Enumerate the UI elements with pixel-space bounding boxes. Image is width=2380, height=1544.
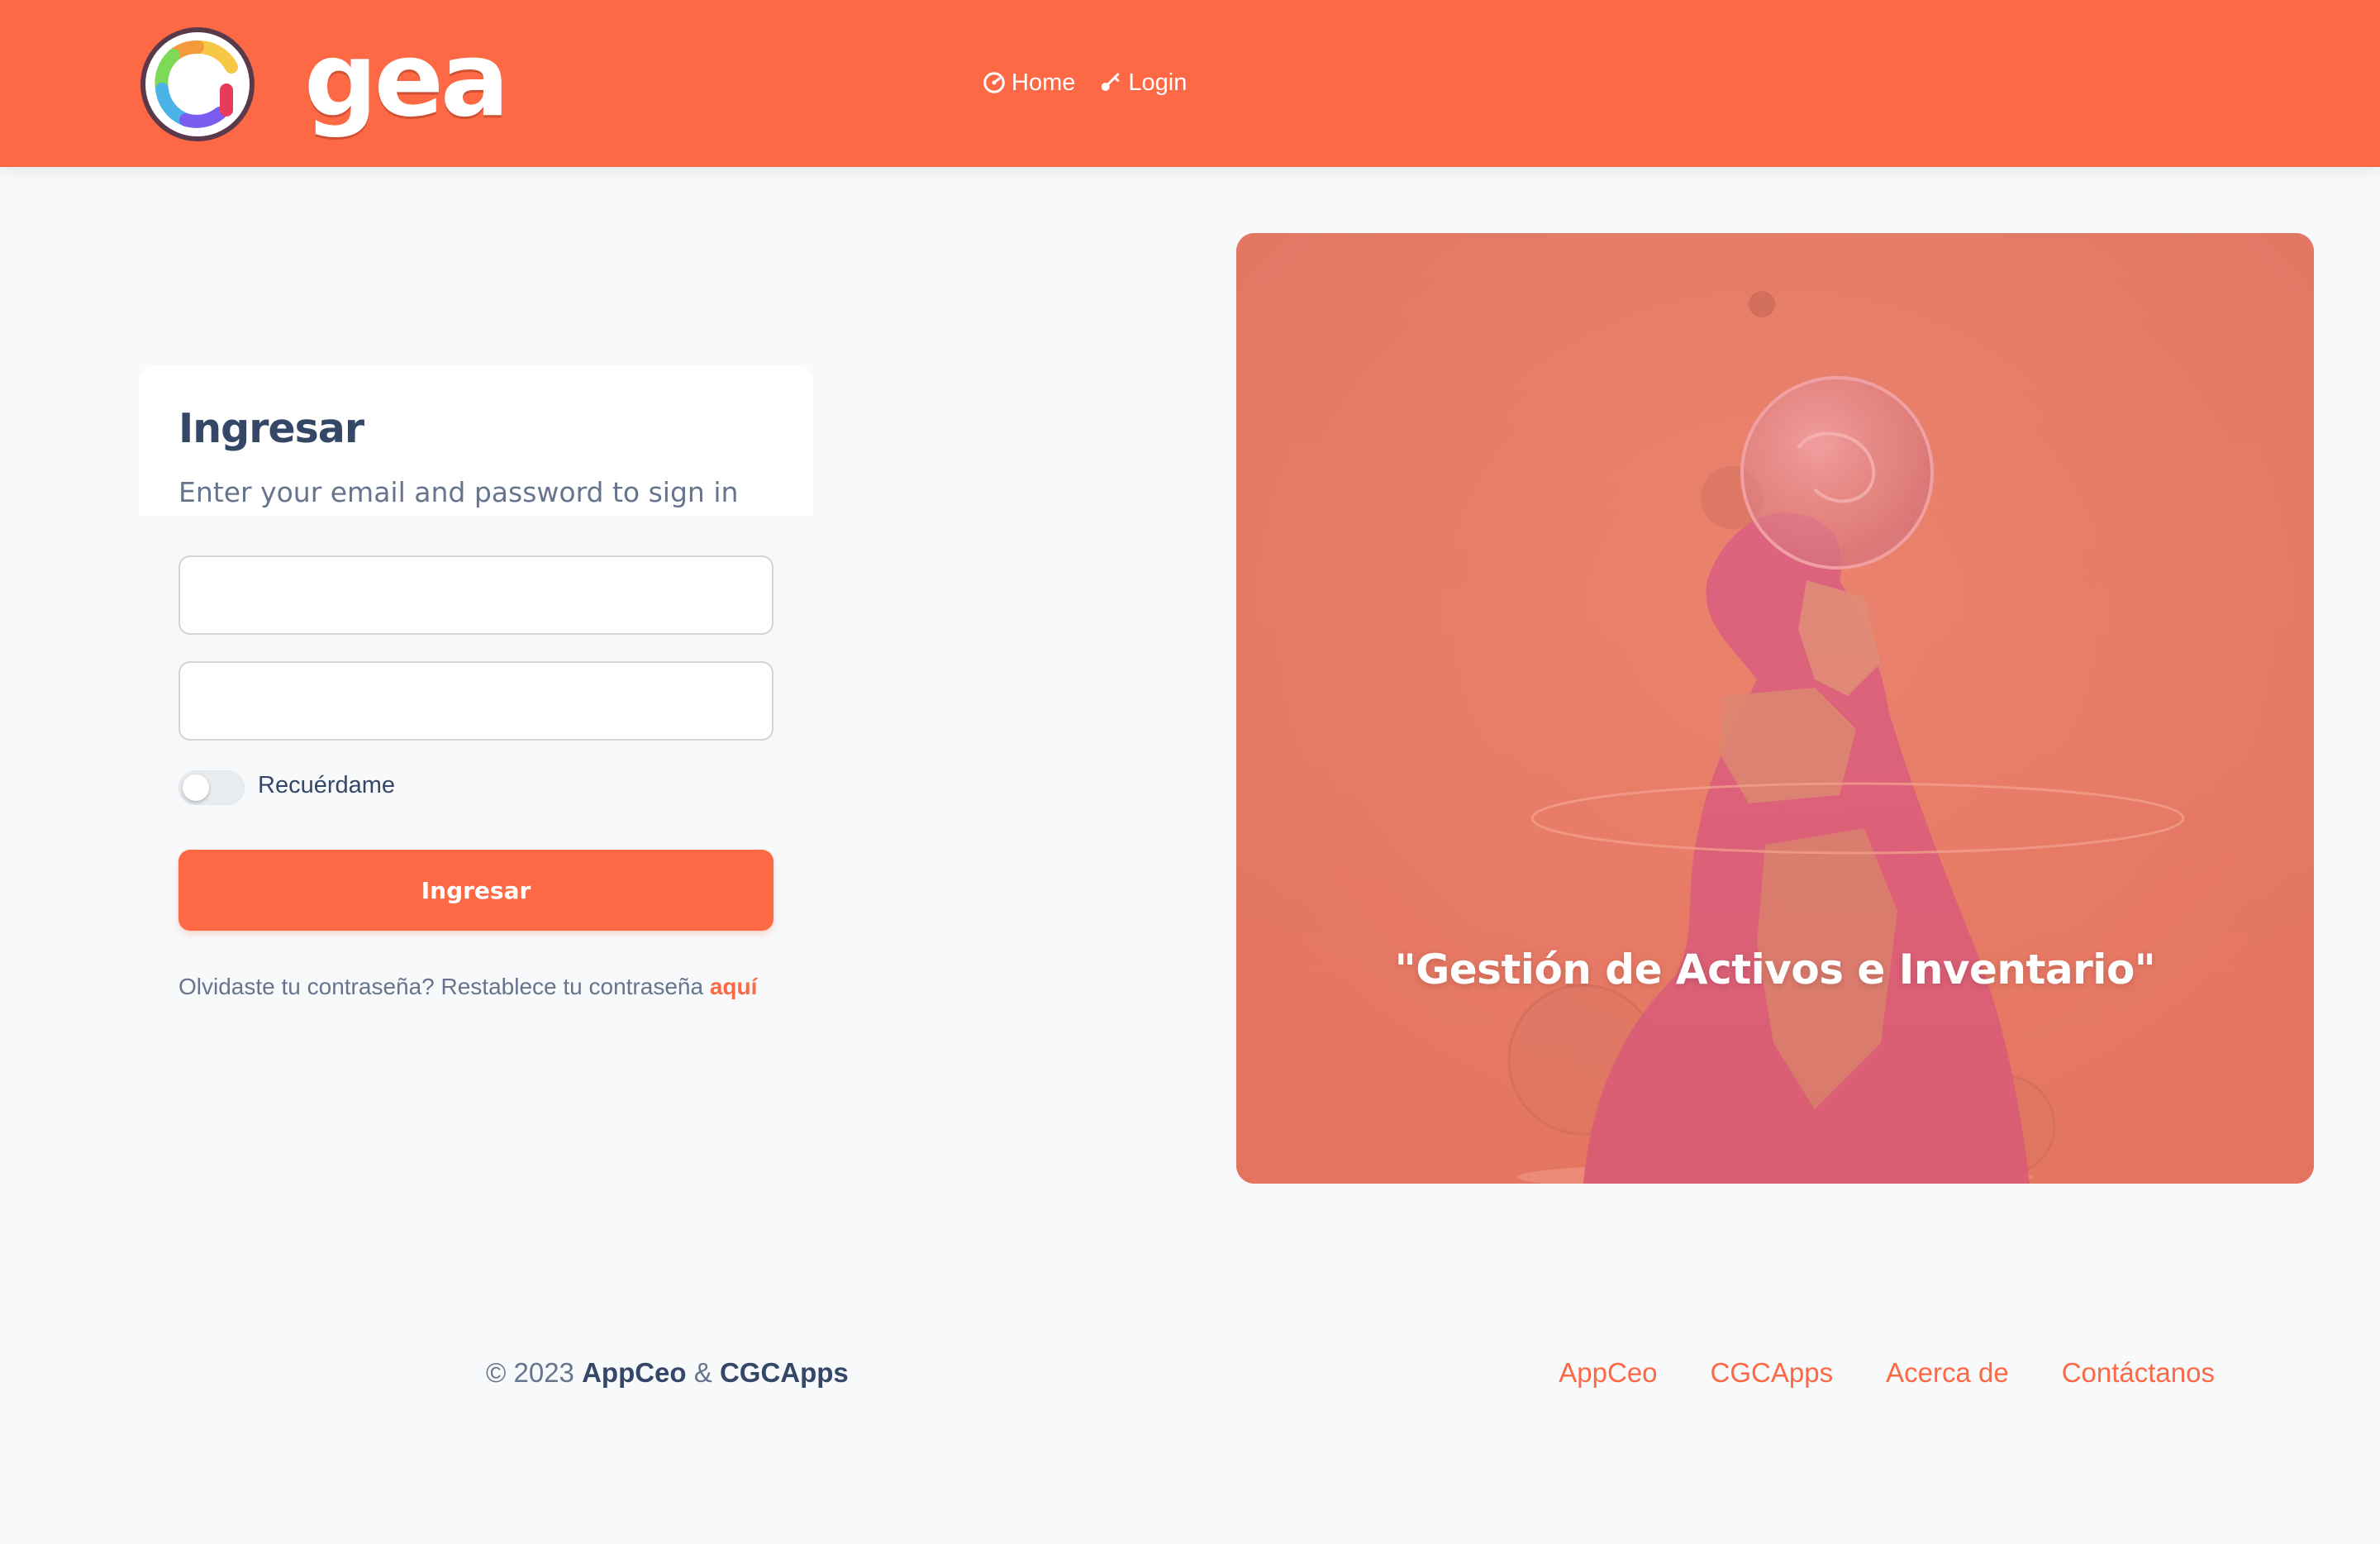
key-icon [1102,73,1120,91]
copyright-year: © 2023 [486,1357,574,1388]
email-field[interactable] [178,555,774,635]
nav-login-label: Login [1128,69,1188,96]
forgot-password-label: Olvidaste tu contraseña? Restablece tu c… [178,974,704,999]
forgot-password-text: Olvidaste tu contraseña? Restablece tu c… [178,974,757,1000]
toggle-knob [183,774,209,801]
copyright-text: © 2023 AppCeo & CGCApps [486,1357,849,1389]
hero-panel: "Gestión de Activos e Inventario" [1236,233,2314,1184]
hero-overlay [1236,233,2314,1184]
nav-item-login[interactable]: Login [1098,69,1187,97]
footer-links: AppCeo CGCApps Acerca de Contáctanos [1559,1357,2215,1389]
footer-link-about[interactable]: Acerca de [1886,1357,2009,1389]
footer-company-cgcapps[interactable]: CGCApps [720,1357,849,1388]
page-title: Ingresar [178,405,364,452]
footer-company-appceo[interactable]: AppCeo [582,1357,687,1388]
main-nav: Home Login [982,64,1187,101]
nav-item-home[interactable]: Home [982,69,1075,97]
remember-me-toggle[interactable] [178,770,245,805]
footer-link-cgcapps[interactable]: CGCApps [1711,1357,1834,1389]
nav-home-label: Home [1011,69,1076,96]
hero-quote: "Gestión de Activos e Inventario" [1394,946,2156,994]
top-navbar: gea Home Login [0,0,2380,167]
sign-in-button[interactable]: Ingresar [178,850,774,931]
password-field[interactable] [178,661,774,741]
dashboard-icon [983,72,1005,93]
copyright-ampersand: & [693,1357,712,1388]
brand-logo-icon[interactable] [140,27,255,141]
login-subtitle: Enter your email and password to sign in [178,476,739,508]
footer-link-contact[interactable]: Contáctanos [2062,1357,2215,1389]
brand-name[interactable]: gea [304,18,510,142]
remember-me-label[interactable]: Recuérdame [258,772,395,799]
reset-password-link[interactable]: aquí [710,974,758,999]
footer-link-appceo[interactable]: AppCeo [1559,1357,1657,1389]
